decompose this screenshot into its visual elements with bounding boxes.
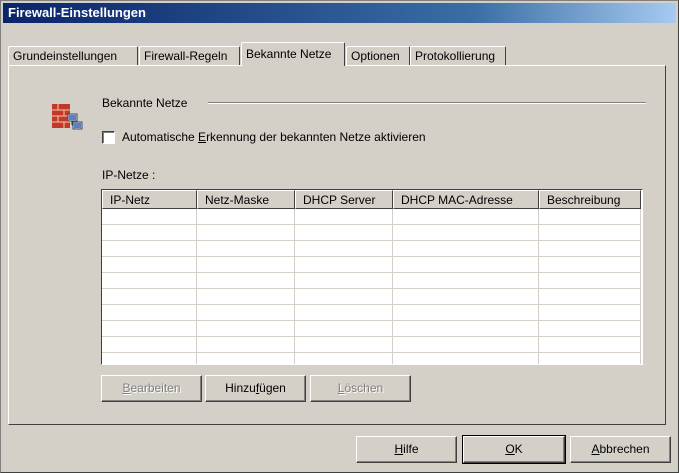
empty-table-row[interactable]: [102, 321, 642, 337]
table-cell: [539, 273, 641, 289]
empty-table-row[interactable]: [102, 273, 642, 289]
table-cell: [393, 209, 539, 225]
table-cell: [295, 289, 393, 305]
table-cell: [197, 273, 295, 289]
column-header-dhcp-mac[interactable]: DHCP MAC-Adresse: [393, 190, 539, 209]
table-cell: [295, 257, 393, 273]
tab-grundeinstellungen[interactable]: Grundeinstellungen: [8, 46, 138, 65]
cancel-button[interactable]: Abbrechen: [570, 436, 671, 463]
table-cell: [393, 273, 539, 289]
table-cell: [102, 305, 197, 321]
empty-table-row[interactable]: [102, 225, 642, 241]
empty-table-row[interactable]: [102, 305, 642, 321]
table-cell: [393, 289, 539, 305]
table-cell: [197, 225, 295, 241]
column-header-beschreibung[interactable]: Beschreibung: [539, 190, 641, 209]
table-cell: [197, 257, 295, 273]
table-cell: [102, 353, 197, 364]
table-cell: [102, 289, 197, 305]
tab-protokollierung[interactable]: Protokollierung: [410, 46, 506, 65]
empty-table-row[interactable]: [102, 289, 642, 305]
auto-detect-label[interactable]: Automatische Erkennung der bekannten Net…: [122, 130, 426, 144]
table-cell: [539, 225, 641, 241]
table-cell: [295, 209, 393, 225]
ip-networks-label: IP-Netze :: [102, 168, 156, 182]
table-cell: [102, 273, 197, 289]
table-cell: [197, 289, 295, 305]
window-title: Firewall-Einstellungen: [3, 3, 676, 23]
table-cell: [295, 273, 393, 289]
tab-bekannte-netze[interactable]: Bekannte Netze: [241, 42, 345, 66]
empty-table-row[interactable]: [102, 209, 642, 225]
empty-table-row[interactable]: [102, 257, 642, 273]
empty-table-row[interactable]: [102, 353, 642, 364]
delete-button: Löschen: [310, 375, 411, 402]
table-cell: [295, 225, 393, 241]
empty-table-row[interactable]: [102, 241, 642, 257]
table-cell: [102, 337, 197, 353]
tab-optionen[interactable]: Optionen: [346, 46, 410, 65]
table-cell: [197, 353, 295, 364]
table-cell: [295, 321, 393, 337]
ip-networks-table[interactable]: IP-Netz Netz-Maske DHCP Server DHCP MAC-…: [101, 189, 643, 365]
table-cell: [197, 337, 295, 353]
table-cell: [539, 305, 641, 321]
add-button[interactable]: Hinzufügen: [205, 375, 306, 402]
table-cell: [295, 241, 393, 257]
table-body: [102, 209, 642, 364]
table-cell: [539, 209, 641, 225]
table-cell: [539, 289, 641, 305]
section-title: Bekannte Netze: [102, 96, 188, 110]
ok-button[interactable]: OK: [462, 435, 566, 464]
section-divider: [208, 102, 646, 104]
firewall-network-icon: [50, 100, 84, 134]
auto-detect-row[interactable]: Automatische Erkennung der bekannten Net…: [102, 130, 426, 144]
table-cell: [539, 337, 641, 353]
auto-detect-checkbox[interactable]: [102, 130, 115, 144]
table-cell: [197, 305, 295, 321]
table-cell: [102, 209, 197, 225]
table-cell: [393, 225, 539, 241]
help-button[interactable]: Hilfe: [356, 436, 457, 463]
table-cell: [393, 305, 539, 321]
table-cell: [393, 241, 539, 257]
table-cell: [393, 337, 539, 353]
table-cell: [539, 353, 641, 364]
table-cell: [102, 321, 197, 337]
table-cell: [102, 257, 197, 273]
table-cell: [295, 337, 393, 353]
column-header-dhcp-server[interactable]: DHCP Server: [295, 190, 393, 209]
table-cell: [295, 353, 393, 364]
table-cell: [539, 321, 641, 337]
table-cell: [102, 241, 197, 257]
column-header-netz-maske[interactable]: Netz-Maske: [197, 190, 295, 209]
edit-button: Bearbeiten: [101, 375, 202, 402]
table-cell: [393, 257, 539, 273]
table-cell: [393, 353, 539, 364]
column-header-ip-netz[interactable]: IP-Netz: [102, 190, 197, 209]
table-cell: [393, 321, 539, 337]
table-cell: [197, 321, 295, 337]
table-cell: [197, 241, 295, 257]
tab-firewall-regeln[interactable]: Firewall-Regeln: [139, 46, 240, 65]
table-cell: [539, 257, 641, 273]
table-cell: [197, 209, 295, 225]
table-cell: [295, 305, 393, 321]
table-header: IP-Netz Netz-Maske DHCP Server DHCP MAC-…: [102, 190, 642, 209]
table-cell: [102, 225, 197, 241]
table-cell: [539, 241, 641, 257]
empty-table-row[interactable]: [102, 337, 642, 353]
